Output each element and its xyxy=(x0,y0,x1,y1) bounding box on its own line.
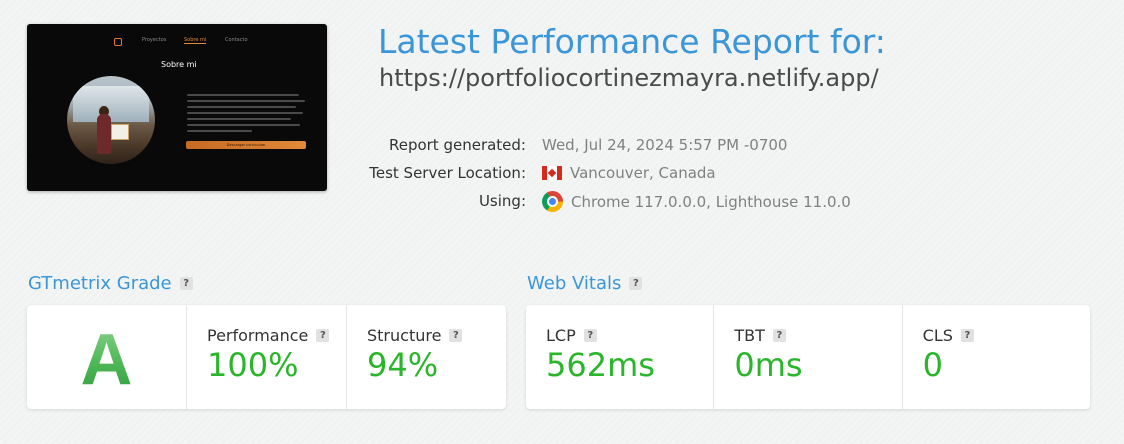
thumb-download-button: Descargar curriculum xyxy=(186,141,306,149)
thumb-nav-about: Sobre mi xyxy=(184,37,207,44)
cls-value: 0 xyxy=(922,346,944,384)
structure-label-row: Structure ? xyxy=(367,326,463,345)
report-generated-text: Wed, Jul 24, 2024 5:57 PM -0700 xyxy=(542,136,788,154)
test-location-text: Vancouver, Canada xyxy=(570,164,716,182)
cls-label: CLS xyxy=(922,326,953,345)
page-screenshot-thumbnail: Proyectos Sobre mi Contacto Sobre mi Des… xyxy=(27,24,327,191)
lcp-label-row: LCP ? xyxy=(546,326,597,345)
web-vitals-title: Web Vitals xyxy=(527,273,622,294)
web-vitals-panel: LCP ? 562ms TBT ? 0ms CLS ? 0 xyxy=(526,305,1090,409)
help-icon[interactable]: ? xyxy=(772,329,786,342)
grade-cell: A xyxy=(27,305,187,409)
performance-cell: Performance ? 100% xyxy=(187,305,347,409)
tbt-cell: TBT ? 0ms xyxy=(714,305,903,409)
help-icon[interactable]: ? xyxy=(179,277,193,290)
help-icon[interactable]: ? xyxy=(583,329,597,342)
gtmetrix-grade-heading: GTmetrix Grade ? xyxy=(28,273,193,294)
lcp-cell: LCP ? 562ms xyxy=(526,305,715,409)
grade-letter: A xyxy=(27,319,186,401)
web-vitals-heading: Web Vitals ? xyxy=(527,273,643,294)
tbt-value: 0ms xyxy=(734,346,803,384)
report-title: Latest Performance Report for: xyxy=(378,22,886,61)
performance-label-row: Performance ? xyxy=(207,326,330,345)
site-logo-icon xyxy=(114,38,122,46)
using-value: Chrome 117.0.0.0, Lighthouse 11.0.0 xyxy=(542,191,851,212)
canada-flag-icon xyxy=(542,166,562,180)
thumb-paragraph xyxy=(187,94,305,136)
thumb-heading: Sobre mi xyxy=(161,60,197,69)
lcp-value: 562ms xyxy=(546,346,655,384)
help-icon[interactable]: ? xyxy=(449,329,463,342)
help-icon[interactable]: ? xyxy=(960,329,974,342)
help-icon[interactable]: ? xyxy=(316,329,330,342)
tbt-label-row: TBT ? xyxy=(734,326,786,345)
chrome-icon xyxy=(542,191,563,212)
structure-cell: Structure ? 94% xyxy=(347,305,506,409)
test-location-value: Vancouver, Canada xyxy=(542,164,716,182)
help-icon[interactable]: ? xyxy=(629,277,643,290)
using-text: Chrome 117.0.0.0, Lighthouse 11.0.0 xyxy=(571,192,851,211)
gtmetrix-grade-panel: A Performance ? 100% Structure ? 94% xyxy=(27,305,506,409)
gtmetrix-grade-title: GTmetrix Grade xyxy=(28,273,172,294)
tbt-label: TBT xyxy=(734,326,765,345)
thumb-nav-projects: Proyectos xyxy=(142,37,167,43)
thumb-nav-contact: Contacto xyxy=(225,37,248,43)
cls-cell: CLS ? 0 xyxy=(903,305,1090,409)
structure-label: Structure xyxy=(367,326,442,345)
structure-value: 94% xyxy=(367,346,439,384)
report-generated-value: Wed, Jul 24, 2024 5:57 PM -0700 xyxy=(542,136,787,154)
lcp-label: LCP xyxy=(546,326,576,345)
performance-label: Performance xyxy=(207,326,309,345)
thumb-profile-photo xyxy=(67,76,155,164)
cls-label-row: CLS ? xyxy=(923,326,974,345)
performance-value: 100% xyxy=(207,346,299,384)
using-label: Using: xyxy=(478,192,526,210)
test-location-label: Test Server Location: xyxy=(369,164,526,182)
report-url: https://portfoliocortinezmayra.netlify.a… xyxy=(379,64,879,92)
report-generated-label: Report generated: xyxy=(388,136,526,154)
